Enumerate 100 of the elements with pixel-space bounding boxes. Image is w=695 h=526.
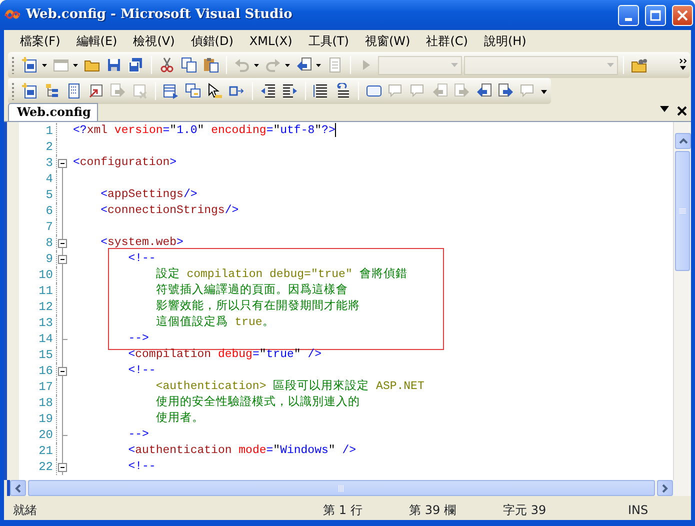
close-icon[interactable] (677, 106, 687, 116)
copy-icon (181, 57, 197, 73)
speech-bubble-icon (410, 83, 426, 99)
caret-icon (607, 63, 614, 67)
menu-item[interactable]: 說明(H) (476, 32, 534, 50)
status-text: 第 39 欄 (408, 502, 457, 519)
scroll-up-button[interactable] (675, 133, 691, 149)
line-number: 7 (44, 219, 54, 236)
fold-guide-line (62, 443, 63, 459)
caret-icon (316, 64, 321, 68)
windows-icon (185, 83, 201, 99)
menu-item[interactable]: 視窗(W) (356, 32, 418, 50)
line-number: 9 (44, 251, 54, 268)
window-icon (53, 57, 69, 73)
cursor-icon (207, 83, 223, 99)
wrap-lines-icon (335, 83, 351, 99)
menu-item[interactable]: XML(X) (241, 32, 300, 50)
rectangle-icon (366, 83, 382, 99)
code-line: <configuration> (72, 155, 177, 171)
arrow-left-icon (296, 57, 312, 73)
line-number: 12 (38, 299, 54, 316)
caret-icon (451, 63, 458, 67)
window-title: Web.config - Microsoft Visual Studio (26, 6, 294, 24)
line-number: 15 (38, 347, 54, 364)
menu-item[interactable]: 檔案(F) (12, 32, 68, 50)
line-number: 6 (44, 203, 54, 220)
menu-item[interactable]: 檢視(V) (125, 32, 183, 50)
collapse-icon[interactable] (58, 235, 67, 251)
close-button[interactable] (672, 4, 693, 26)
code-line: <compilation debug="true" /> (127, 347, 322, 363)
line-number: 2 (44, 139, 54, 156)
menu-item[interactable]: 社群(C) (418, 32, 476, 50)
menu-item[interactable]: 偵錯(D) (182, 32, 242, 50)
maximize-icon (650, 10, 661, 20)
new-document-icon (22, 83, 38, 99)
caret-icon (73, 64, 78, 68)
code-line: <authentication mode="Windows" /> (127, 443, 356, 459)
code-line: --> (127, 427, 149, 443)
maximize-button[interactable] (645, 4, 666, 26)
code-line: <connectionStrings/> (100, 203, 239, 219)
chevron-up-icon (678, 138, 688, 144)
document-tab[interactable]: Web.config (8, 103, 98, 121)
clipboard-icon (203, 57, 219, 73)
line-number: 1 (44, 123, 54, 140)
line-number: 8 (44, 235, 54, 252)
speech-bubble-icon (520, 83, 536, 99)
document-icon (327, 57, 343, 73)
floppy-disks-icon (128, 57, 144, 73)
line-number: 4 (44, 171, 54, 188)
menu-item[interactable]: 工具(T) (300, 32, 357, 50)
line-number: 20 (38, 427, 54, 444)
line-number: 13 (38, 315, 54, 332)
undo-icon (234, 57, 250, 73)
fold-guide-line (62, 347, 63, 363)
line-number: 10 (38, 267, 54, 284)
line-number: 18 (38, 395, 54, 412)
line-number: 3 (44, 155, 54, 172)
code-line: <authentication> 區段可以用來設定 ASP.NET (154, 379, 424, 395)
arrow-right-icon (498, 83, 514, 99)
code-line: <appSettings/> (100, 187, 198, 203)
status-text: 字元 39 (502, 502, 548, 519)
code-line: <!-- (127, 459, 156, 475)
close-icon (677, 10, 688, 20)
arrow-left-icon (432, 83, 448, 99)
code-line: <system.web> (100, 235, 184, 251)
collapse-icon[interactable] (58, 459, 67, 475)
code-line: 使用的安全性驗證模式，以識別連入的 (154, 395, 360, 411)
redo-icon (265, 57, 281, 73)
minimize-icon (625, 18, 632, 20)
scroll-left-button[interactable] (10, 480, 26, 496)
menu-item[interactable]: 編輯(E) (68, 32, 126, 50)
indent-icon (282, 83, 298, 99)
scrollbar-thumb[interactable] (675, 151, 690, 271)
arrow-right-icon (454, 83, 470, 99)
scrollbar-thumb[interactable] (28, 480, 655, 496)
scroll-right-button[interactable] (657, 480, 673, 496)
collapse-icon[interactable] (58, 363, 67, 379)
code-line: 設定 compilation debug="true" 會將偵錯 (154, 267, 408, 283)
fold-end-mark (62, 427, 68, 443)
line-number: 16 (38, 363, 54, 380)
new-document-icon (22, 57, 38, 73)
lines-icon (313, 83, 329, 99)
line-number: 11 (38, 283, 54, 300)
chevron-left-icon (15, 484, 21, 492)
line-number: 14 (38, 331, 54, 348)
status-text: 第 1 行 (322, 502, 364, 519)
line-number: 22 (38, 459, 54, 476)
arrow-right-icon (110, 83, 126, 99)
line-number: 19 (38, 411, 54, 428)
code-line: <!-- (127, 251, 156, 267)
dropdown-arrow-icon[interactable] (660, 106, 669, 112)
code-line: <!-- (127, 363, 156, 379)
collapse-icon[interactable] (58, 251, 67, 267)
fold-end-mark (62, 331, 68, 347)
caret-icon (42, 64, 47, 68)
code-line: 使用者。 (154, 411, 204, 427)
overflow-icon[interactable] (679, 58, 687, 72)
minimize-button[interactable] (618, 4, 639, 26)
list-document-icon (66, 83, 82, 99)
chevron-right-icon (662, 484, 668, 492)
